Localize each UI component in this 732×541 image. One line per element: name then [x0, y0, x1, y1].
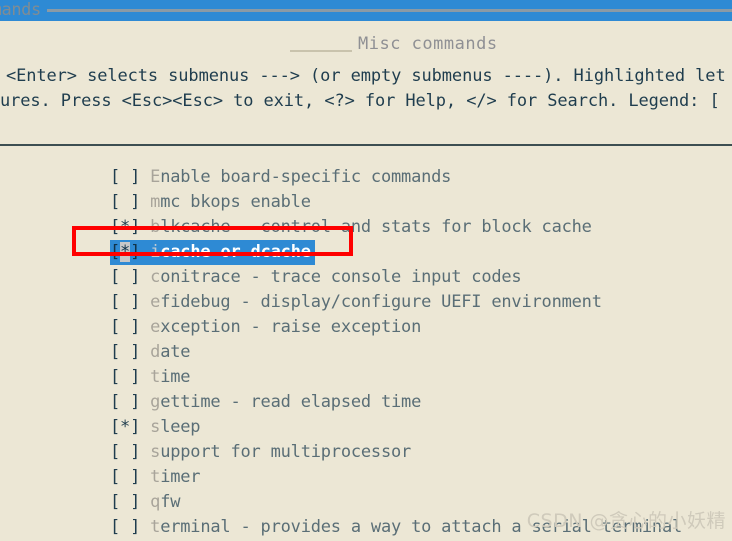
menu-item-list[interactable]: [ ] Enable board-specific commands[ ] mm…: [0, 150, 732, 541]
menu-item-checkbox[interactable]: [*]: [110, 242, 140, 262]
dialog-title: Misc commands: [358, 34, 498, 54]
menu-item-spacer: [140, 217, 150, 237]
menu-item-spacer: [140, 167, 150, 187]
menu-item-hotkey-letter: s: [150, 442, 161, 462]
menu-item-label: onitrace - trace console input codes: [160, 267, 522, 287]
menu-item-hotkey-letter: s: [150, 417, 161, 437]
menu-item-label: ettime - read elapsed time: [160, 392, 422, 412]
menu-item-checkbox[interactable]: [ ]: [110, 392, 140, 412]
menu-item-hotkey-letter: t: [150, 367, 161, 387]
menu-item-label: ate: [160, 342, 191, 362]
menu-item-label: fw: [160, 492, 181, 512]
menu-item[interactable]: [ ] timer: [110, 465, 201, 490]
menu-item[interactable]: [ ] support for multiprocessor: [110, 440, 411, 465]
dialog-header: Misc commands <Enter> selects submenus -…: [0, 21, 732, 144]
menu-item-spacer: [140, 317, 150, 337]
titlebar-rule: [0, 9, 732, 12]
menu-item-spacer: [140, 442, 150, 462]
dialog-title-row: Misc commands: [0, 30, 732, 54]
menu-item-checkbox[interactable]: [*]: [110, 417, 140, 437]
menu-item-hotkey-letter: d: [150, 342, 161, 362]
menu-item-hotkey-letter: t: [150, 467, 161, 487]
menu-item-spacer: [140, 342, 150, 362]
legend-line-2: ures. Press <Esc><Esc> to exit, <?> for …: [0, 91, 720, 111]
menu-item-hotkey-letter: i: [150, 242, 161, 262]
menu-item-spacer: [140, 467, 150, 487]
menu-item-hotkey-letter: e: [150, 317, 161, 337]
header-divider: [0, 144, 732, 146]
menu-item-label: xception - raise exception: [160, 317, 422, 337]
menuconfig-screen: ommands Misc commands <Enter> selects su…: [0, 0, 732, 541]
menu-item-hotkey-letter: q: [150, 492, 161, 512]
menu-item-checkbox[interactable]: [ ]: [110, 267, 140, 287]
menu-item-label: ime: [160, 367, 191, 387]
titlebar-label: ommands: [0, 0, 47, 21]
menu-item-checkbox[interactable]: [ ]: [110, 442, 140, 462]
menu-item[interactable]: [ ] qfw: [110, 490, 180, 515]
menu-item-spacer: [140, 492, 150, 512]
menu-item-checkbox[interactable]: [ ]: [110, 292, 140, 312]
menu-item-spacer: [140, 267, 150, 287]
menu-item-hotkey-letter: e: [150, 292, 161, 312]
menu-item-label: mc bkops enable: [160, 192, 311, 212]
menu-item-checkbox[interactable]: [ ]: [110, 192, 140, 212]
menu-item[interactable]: [*] blkcache - control and stats for blo…: [110, 215, 592, 240]
menu-item[interactable]: [ ] conitrace - trace console input code…: [110, 265, 522, 290]
legend-line-1: <Enter> selects submenus ---> (or empty …: [6, 66, 726, 86]
menu-item[interactable]: [ ] exception - raise exception: [110, 315, 421, 340]
menu-item-label: imer: [160, 467, 201, 487]
menu-item-label: lkcache - control and stats for block ca…: [160, 217, 592, 237]
dialog-title-rule: [290, 50, 352, 52]
menu-item-checkbox[interactable]: [ ]: [110, 367, 140, 387]
menu-item-hotkey-letter: t: [150, 517, 161, 537]
menu-item-hotkey-letter: g: [150, 392, 161, 412]
menu-item[interactable]: [ ] efidebug - display/configure UEFI en…: [110, 290, 602, 315]
watermark: CSDN @贪心的小妖精: [526, 510, 726, 532]
menu-item-checkbox[interactable]: [*]: [110, 217, 140, 237]
menu-item[interactable]: [*] icache or dcache: [110, 240, 315, 265]
menu-item-spacer: [140, 242, 150, 262]
menu-item-hotkey-letter: m: [150, 192, 161, 212]
menu-item-spacer: [140, 192, 150, 212]
menu-item-checkbox[interactable]: [ ]: [110, 467, 140, 487]
menu-item[interactable]: [ ] Enable board-specific commands: [110, 165, 451, 190]
window-titlebar: ommands: [0, 0, 732, 21]
menu-item-label: cache or dcache: [160, 242, 311, 262]
menu-item-checkbox[interactable]: [ ]: [110, 342, 140, 362]
menu-item-checkbox[interactable]: [ ]: [110, 492, 140, 512]
menu-item[interactable]: [ ] time: [110, 365, 191, 390]
menu-item-checkbox[interactable]: [ ]: [110, 167, 140, 187]
menu-item-spacer: [140, 367, 150, 387]
menu-item[interactable]: [ ] gettime - read elapsed time: [110, 390, 421, 415]
menu-item-spacer: [140, 517, 150, 537]
menu-item-hotkey-letter: c: [150, 267, 161, 287]
menu-item-checkbox[interactable]: [ ]: [110, 517, 140, 537]
menu-item-hotkey-letter: b: [150, 217, 161, 237]
menu-item-label: upport for multiprocessor: [160, 442, 412, 462]
menu-item-checkbox[interactable]: [ ]: [110, 317, 140, 337]
menu-item[interactable]: [ ] date: [110, 340, 191, 365]
menu-item-label: leep: [160, 417, 201, 437]
menu-item-hotkey-letter: E: [150, 167, 161, 187]
menu-item[interactable]: [*] sleep: [110, 415, 201, 440]
menu-item-spacer: [140, 417, 150, 437]
menu-item-spacer: [140, 392, 150, 412]
menu-item-spacer: [140, 292, 150, 312]
menu-item[interactable]: [ ] mmc bkops enable: [110, 190, 311, 215]
menu-item-label: fidebug - display/configure UEFI environ…: [160, 292, 602, 312]
menu-item-label: nable board-specific commands: [160, 167, 452, 187]
